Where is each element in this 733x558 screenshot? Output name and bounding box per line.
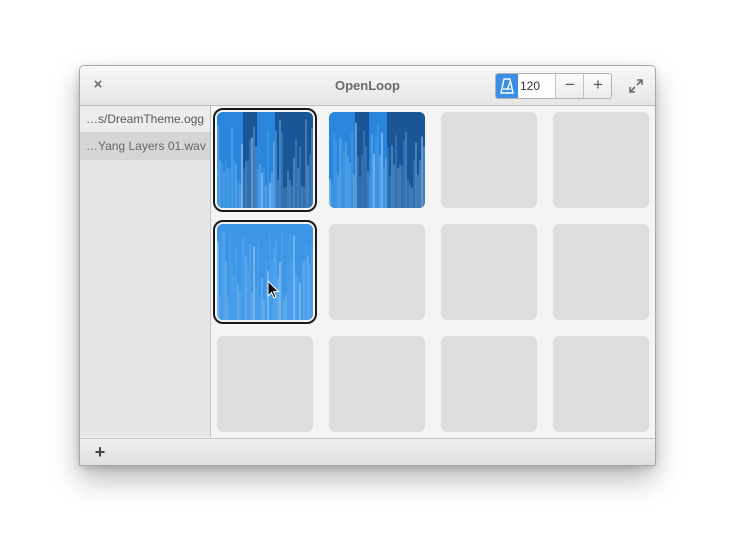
tempo-control: 120 − + xyxy=(495,73,612,99)
metronome-icon xyxy=(500,78,514,94)
pad-grid xyxy=(211,106,655,437)
sample-sidebar: …s/DreamTheme.ogg …Yang Layers 01.wav xyxy=(80,106,211,437)
add-sample-button[interactable]: + xyxy=(90,442,110,462)
fullscreen-button[interactable] xyxy=(628,78,644,94)
loop-pad[interactable] xyxy=(329,224,425,320)
loop-pad[interactable] xyxy=(553,224,649,320)
loop-pad[interactable] xyxy=(441,336,537,432)
loop-pad[interactable] xyxy=(553,112,649,208)
tempo-increase-button[interactable]: + xyxy=(583,74,611,98)
loop-pad[interactable] xyxy=(329,336,425,432)
loop-pad[interactable] xyxy=(217,336,313,432)
app-window: × OpenLoop 120 − + …s/DreamTheme.ogg …Ya… xyxy=(79,65,656,466)
loop-pad[interactable] xyxy=(213,220,317,324)
sample-item[interactable]: …s/DreamTheme.ogg xyxy=(80,106,210,133)
loop-pad[interactable] xyxy=(553,336,649,432)
loop-pad[interactable] xyxy=(441,112,537,208)
titlebar: × OpenLoop 120 − + xyxy=(80,66,655,106)
mouse-cursor-icon xyxy=(267,280,280,299)
waveform-graphic xyxy=(329,112,425,208)
waveform-graphic xyxy=(217,224,313,320)
metronome-button[interactable] xyxy=(496,74,518,98)
loop-pad[interactable] xyxy=(441,224,537,320)
close-button[interactable]: × xyxy=(88,75,108,95)
waveform-graphic xyxy=(217,112,313,208)
sample-item[interactable]: …Yang Layers 01.wav xyxy=(80,133,210,160)
tempo-decrease-button[interactable]: − xyxy=(555,74,584,98)
fullscreen-icon xyxy=(629,79,643,93)
bottom-toolbar: + xyxy=(80,438,655,465)
loop-pad[interactable] xyxy=(213,108,317,212)
tempo-input[interactable]: 120 xyxy=(520,74,554,98)
loop-pad[interactable] xyxy=(329,112,425,208)
